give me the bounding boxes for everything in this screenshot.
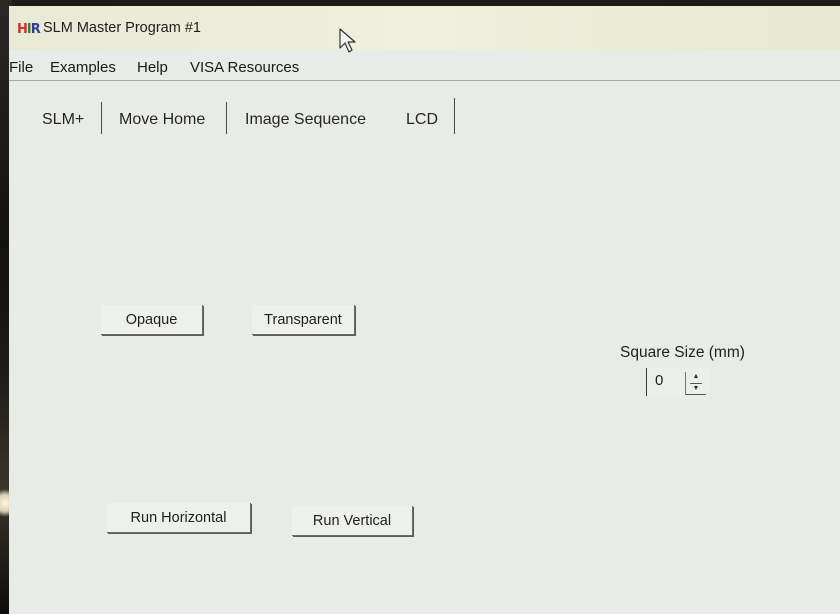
- tab-separator: [101, 102, 102, 134]
- tab-separator: [226, 102, 227, 134]
- menu-help[interactable]: Help: [137, 59, 168, 76]
- square-size-value[interactable]: 0: [655, 372, 663, 389]
- menu-examples[interactable]: Examples: [50, 59, 116, 76]
- square-size-spinner[interactable]: 0 ▲ ▼: [646, 368, 709, 396]
- mouse-pointer-icon: [339, 28, 356, 53]
- app-logo-icon: HIR: [17, 22, 41, 37]
- tab-lcd[interactable]: LCD: [406, 108, 438, 132]
- tab-image-sequence[interactable]: Image Sequence: [245, 108, 366, 132]
- menu-bar: File Examples Help VISA Resources: [9, 52, 840, 81]
- title-bar: HIR SLM Master Program #1: [9, 6, 840, 53]
- app-window: HIR SLM Master Program #1 File Examples …: [9, 6, 840, 614]
- square-size-label: Square Size (mm): [620, 344, 745, 361]
- run-horizontal-button[interactable]: Run Horizontal: [107, 503, 251, 533]
- menu-file[interactable]: File: [9, 59, 33, 76]
- opaque-button[interactable]: Opaque: [101, 305, 203, 335]
- window-title: SLM Master Program #1: [43, 20, 201, 36]
- transparent-button[interactable]: Transparent: [252, 305, 355, 335]
- menu-visa-resources[interactable]: VISA Resources: [190, 59, 299, 76]
- spin-up-icon[interactable]: ▲: [690, 372, 702, 382]
- tab-move-home[interactable]: Move Home: [119, 108, 205, 132]
- run-vertical-button[interactable]: Run Vertical: [292, 506, 413, 536]
- tab-separator: [454, 98, 455, 134]
- spin-down-icon[interactable]: ▼: [690, 383, 702, 394]
- tab-slm-plus[interactable]: SLM+: [42, 108, 84, 132]
- spin-buttons: ▲ ▼: [685, 372, 706, 395]
